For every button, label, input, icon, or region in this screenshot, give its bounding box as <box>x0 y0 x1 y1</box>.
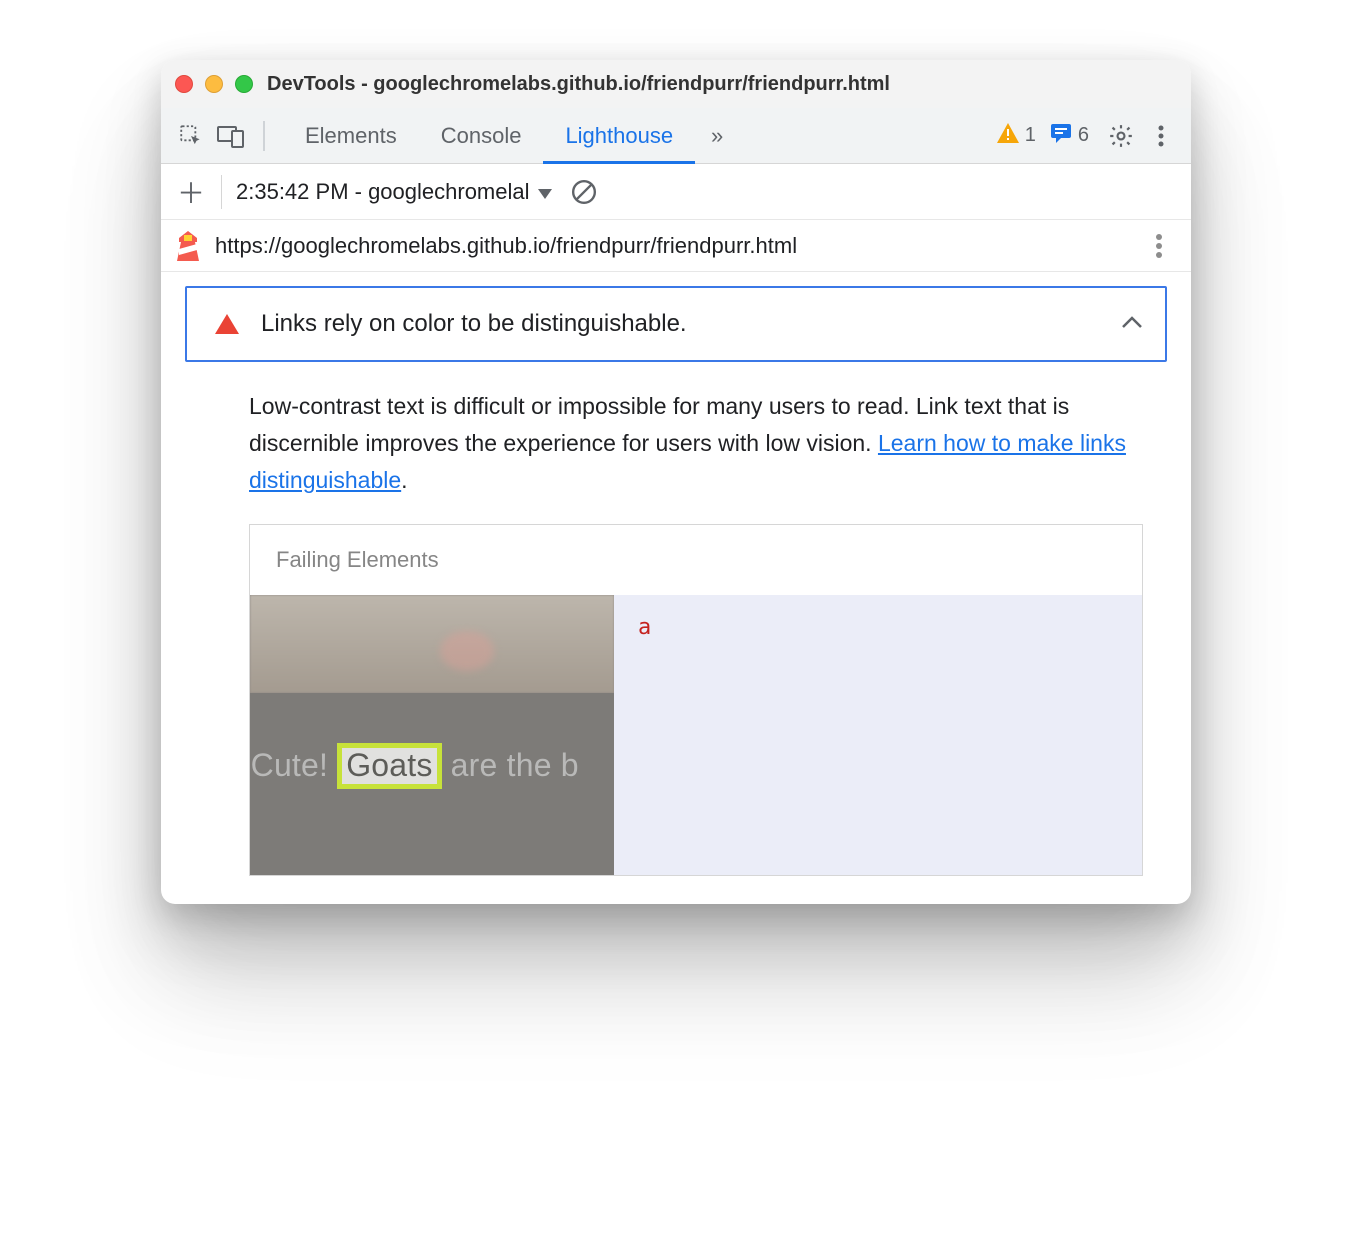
devtools-window: DevTools - googlechromelabs.github.io/fr… <box>161 60 1191 904</box>
new-report-button[interactable]: ＋ <box>175 172 207 212</box>
report-url-bar: https://googlechromelabs.github.io/frien… <box>161 220 1191 272</box>
audit-title: Links rely on color to be distinguishabl… <box>261 310 1099 338</box>
toolbar-separator <box>263 121 265 151</box>
window-title: DevTools - googlechromelabs.github.io/fr… <box>267 73 890 96</box>
audit-description: Low-contrast text is difficult or imposs… <box>185 382 1167 524</box>
tab-console[interactable]: Console <box>419 108 544 164</box>
zoom-window-button[interactable] <box>235 75 253 93</box>
audit-description-post: . <box>401 467 407 493</box>
tab-elements[interactable]: Elements <box>283 108 419 164</box>
message-count: 6 <box>1078 124 1089 147</box>
console-issue-counts[interactable]: 1 6 <box>997 122 1089 150</box>
report-selector[interactable]: 2:35:42 PM - googlechromelal <box>236 179 552 205</box>
thumb-text-post: are the b <box>442 747 579 783</box>
report-selector-label: 2:35:42 PM - googlechromelal <box>236 179 530 205</box>
more-tabs-button[interactable]: » <box>699 118 735 154</box>
lighthouse-icon <box>175 231 201 261</box>
chevron-up-icon <box>1121 315 1143 334</box>
separator <box>221 175 222 209</box>
report-url: https://googlechromelabs.github.io/frien… <box>215 233 1127 259</box>
warning-count: 1 <box>1025 124 1036 147</box>
thumb-text-pre: So Cute! <box>250 747 337 783</box>
close-window-button[interactable] <box>175 75 193 93</box>
panel-tabs: Elements Console Lighthouse <box>283 108 695 164</box>
fail-triangle-icon <box>215 314 239 334</box>
failing-elements-title: Failing Elements <box>250 525 1142 595</box>
failing-elements-panel: Failing Elements So Cute! Goats are the … <box>249 524 1143 876</box>
report-menu-icon[interactable] <box>1141 228 1177 264</box>
clear-report-icon[interactable] <box>566 174 602 210</box>
tab-lighthouse[interactable]: Lighthouse <box>543 108 695 164</box>
thumb-caption: So Cute! Goats are the b <box>250 743 579 788</box>
element-screenshot-thumb[interactable]: So Cute! Goats are the b <box>250 595 614 875</box>
message-icon <box>1050 122 1072 150</box>
settings-gear-icon[interactable] <box>1103 118 1139 154</box>
dropdown-caret-icon <box>538 179 552 205</box>
element-tag[interactable]: a <box>638 595 651 875</box>
lighthouse-subtoolbar: ＋ 2:35:42 PM - googlechromelal <box>161 164 1191 220</box>
devtools-toolbar: Elements Console Lighthouse » 1 6 <box>161 108 1191 164</box>
thumb-highlight-box: Goats <box>337 743 441 788</box>
failing-elements-body: So Cute! Goats are the b a <box>250 595 1142 875</box>
titlebar: DevTools - googlechromelabs.github.io/fr… <box>161 60 1191 108</box>
kebab-menu-icon[interactable] <box>1143 118 1179 154</box>
warning-icon <box>997 123 1019 149</box>
report-content: Links rely on color to be distinguishabl… <box>161 272 1191 904</box>
inspect-element-icon[interactable] <box>173 118 209 154</box>
minimize-window-button[interactable] <box>205 75 223 93</box>
window-controls <box>175 75 253 93</box>
audit-summary-row[interactable]: Links rely on color to be distinguishabl… <box>185 286 1167 362</box>
device-toolbar-icon[interactable] <box>213 118 249 154</box>
